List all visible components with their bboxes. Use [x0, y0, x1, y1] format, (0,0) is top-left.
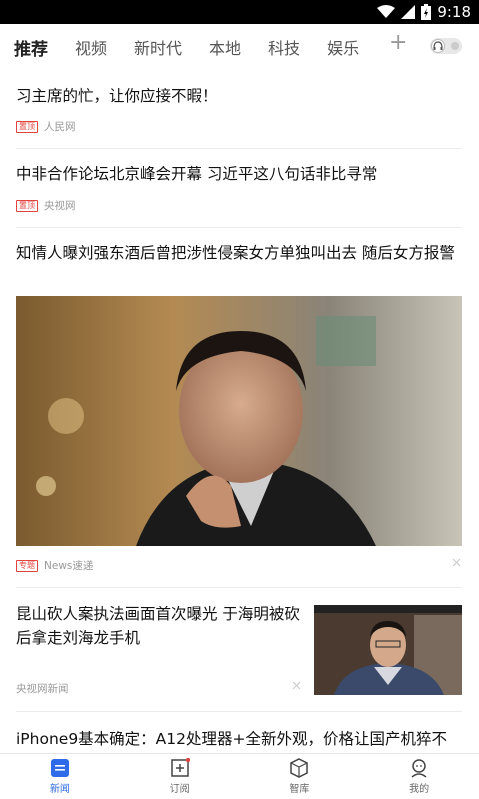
wifi-icon — [377, 5, 396, 19]
nav-label: 我的 — [409, 784, 430, 795]
divider — [16, 587, 462, 588]
news-meta: 置顶 央视网 — [16, 198, 76, 213]
thinktank-icon — [289, 758, 309, 778]
tab-entertainment[interactable]: 娱乐 — [327, 35, 359, 59]
pinned-badge: 置顶 — [16, 120, 38, 133]
news-icon — [50, 758, 70, 778]
nav-label: 智库 — [289, 784, 310, 795]
nav-news[interactable]: 新闻 — [0, 754, 120, 799]
news-item[interactable]: 中非合作论坛北京峰会开幕 习近平这八句话非比寻常 — [16, 162, 462, 186]
close-icon[interactable] — [292, 679, 301, 694]
news-source: 央视网 — [44, 200, 76, 212]
news-meta: 专题 News速递 — [16, 558, 93, 573]
news-title[interactable]: 知情人曝刘强东酒后曾把涉性侵案女方单独叫出去 随后女方报警 — [16, 241, 462, 265]
audio-toggle[interactable] — [430, 38, 462, 54]
status-time: 9:18 — [437, 3, 471, 21]
pinned-badge: 置顶 — [16, 199, 38, 212]
news-item[interactable]: iPhone9基本确定：A12处理器+全新外观，价格让国产机猝不 — [16, 727, 462, 751]
close-icon[interactable] — [452, 556, 461, 571]
news-item[interactable]: 昆山砍人案执法画面首次曝光 于海明被砍后拿走刘海龙手机 — [16, 602, 301, 650]
news-title[interactable]: 昆山砍人案执法画面首次曝光 于海明被砍后拿走刘海龙手机 — [16, 602, 301, 650]
bottom-navigation: 新闻 订阅 智库 我的 — [0, 753, 479, 799]
news-meta: 央视网新闻 — [16, 681, 69, 696]
nav-label: 新闻 — [49, 784, 70, 795]
status-bar: 9:18 — [0, 0, 479, 24]
battery-icon — [421, 4, 432, 20]
news-source: News速递 — [44, 560, 94, 572]
topic-badge: 专题 — [16, 559, 38, 572]
nav-thinktank[interactable]: 智库 — [240, 754, 360, 799]
nav-subscribe[interactable]: 订阅 — [120, 754, 240, 799]
news-meta: 置顶 人民网 — [16, 119, 76, 134]
news-source: 人民网 — [44, 121, 76, 133]
signal-icon — [401, 5, 416, 19]
nav-label: 订阅 — [169, 784, 190, 795]
profile-icon — [409, 758, 429, 778]
tab-new-era[interactable]: 新时代 — [134, 35, 182, 59]
subscribe-icon — [170, 758, 190, 778]
news-title[interactable]: 中非合作论坛北京峰会开幕 习近平这八句话非比寻常 — [16, 162, 462, 186]
tab-video[interactable]: 视频 — [75, 35, 107, 59]
divider — [16, 148, 462, 149]
tab-recommend[interactable]: 推荐 — [14, 35, 48, 60]
headphones-icon — [431, 39, 445, 53]
tab-local[interactable]: 本地 — [209, 35, 241, 59]
add-tab-button[interactable]: + — [389, 30, 407, 55]
news-title[interactable]: iPhone9基本确定：A12处理器+全新外观，价格让国产机猝不 — [16, 727, 462, 751]
news-title[interactable]: 习主席的忙，让你应接不暇！ — [16, 84, 462, 108]
news-photo[interactable] — [16, 296, 462, 546]
nav-profile[interactable]: 我的 — [359, 754, 479, 799]
news-item[interactable]: 知情人曝刘强东酒后曾把涉性侵案女方单独叫出去 随后女方报警 — [16, 241, 462, 265]
divider — [16, 227, 462, 228]
news-source: 央视网新闻 — [16, 683, 69, 695]
news-item[interactable]: 习主席的忙，让你应接不暇！ — [16, 84, 462, 108]
tab-tech[interactable]: 科技 — [268, 35, 300, 59]
news-thumbnail[interactable] — [314, 605, 462, 695]
divider — [16, 711, 462, 712]
